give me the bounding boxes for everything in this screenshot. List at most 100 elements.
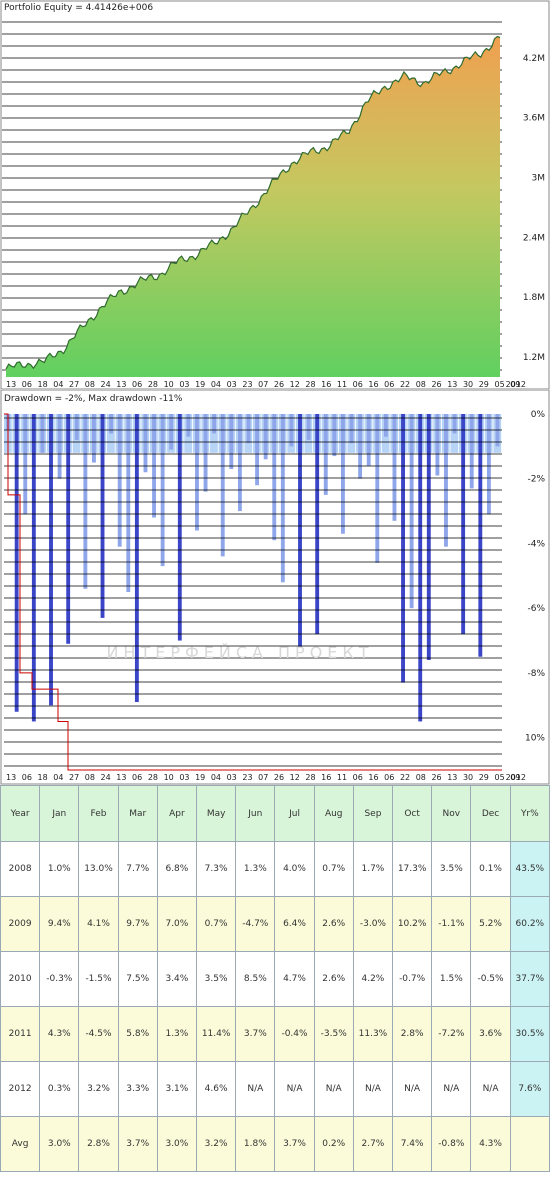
- table-row: 2008 1.0% 13.0% 7.7% 6.8% 7.3% 1.3% 4.0% 0.7% 1.7…: [0, 841, 550, 897]
- monthly-returns-table: Year Jan Feb Mar Apr May Jun Jul Aug Sep Oct Nov Dec…: [0, 785, 550, 1172]
- month-return-cell: 17.3%: [392, 841, 433, 897]
- month-return-cell: 6.4%: [274, 896, 315, 952]
- column-header: Sep: [352, 785, 394, 842]
- x-tick-label: 28: [148, 380, 158, 389]
- row-year-cell: 2012: [0, 1061, 41, 1117]
- month-return-cell: 4.1%: [78, 896, 119, 952]
- x-tick-label: 06: [132, 773, 142, 782]
- month-return-cell: 8.5%: [235, 951, 276, 1007]
- drawdown-bar: [461, 414, 466, 635]
- x-tick-label: 06: [353, 773, 363, 782]
- row-year-cell: 2010: [0, 951, 41, 1007]
- drawdown-title: Drawdown = -2%, Max drawdown -11%: [4, 394, 183, 404]
- month-return-cell: 3.7%: [235, 1006, 276, 1062]
- x-tick-label: 26: [431, 773, 441, 782]
- x-tick-label: 2012: [506, 773, 526, 782]
- y-tick-label: -8%: [527, 669, 545, 679]
- table-row: Avg 3.0% 2.8% 3.7% 3.0% 3.2% 1.8% 3.7% 0.2% 2.7% 7…: [0, 1116, 550, 1172]
- drawdown-bar: [220, 414, 225, 557]
- drawdown-bar: [375, 414, 380, 563]
- x-tick-label: 03: [179, 380, 189, 389]
- month-return-cell: 1.3%: [235, 841, 276, 897]
- month-return-cell: 3.3%: [117, 1061, 158, 1117]
- drawdown-bar: [341, 414, 345, 534]
- month-return-cell: 2.6%: [313, 896, 354, 952]
- drawdown-bar: [452, 414, 457, 434]
- drawdown-bar: [109, 414, 114, 434]
- x-tick-label: 08: [416, 773, 426, 782]
- x-tick-label: 06: [384, 380, 394, 389]
- column-header: Yr%: [509, 785, 550, 842]
- x-tick-label: 07: [258, 380, 268, 389]
- x-tick-label: 04: [53, 380, 63, 389]
- drawdown-bar: [366, 414, 371, 466]
- month-return-cell: 1.7%: [352, 841, 394, 897]
- y-tick-label: 0%: [531, 410, 546, 420]
- month-return-cell: N/A: [470, 1061, 511, 1117]
- month-return-cell: 11.4%: [196, 1006, 237, 1062]
- drawdown-bar: [40, 414, 45, 453]
- x-tick-label: 08: [85, 380, 95, 389]
- watermark: ИНТЕРФЕЙСА ПРОЕКТ: [106, 643, 373, 662]
- x-tick-label: 16: [321, 773, 331, 782]
- month-return-cell: 4.0%: [274, 841, 315, 897]
- x-tick-label: 03: [227, 773, 237, 782]
- month-return-cell: -4.5%: [78, 1006, 119, 1062]
- x-tick-label: 22: [400, 773, 410, 782]
- x-tick-label: 06: [384, 773, 394, 782]
- drawdown-bar: [14, 414, 19, 712]
- month-return-cell: N/A: [313, 1061, 354, 1117]
- drawdown-bar: [255, 414, 260, 486]
- x-tick-label: 11: [337, 380, 347, 389]
- x-tick-label: 08: [85, 773, 95, 782]
- drawdown-bar: [203, 414, 208, 492]
- drawdown-bar: [444, 414, 448, 547]
- month-return-cell: 3.4%: [156, 951, 198, 1007]
- x-tick-label: 06: [22, 380, 32, 389]
- column-header: Jul: [274, 785, 315, 842]
- month-return-cell: 9.4%: [39, 896, 80, 952]
- row-year-cell: 2011: [0, 1006, 41, 1062]
- y-tick-label: -6%: [527, 604, 545, 614]
- month-return-cell: 3.5%: [431, 841, 472, 897]
- x-tick-label: 13: [116, 380, 126, 389]
- month-return-cell: 2.6%: [313, 951, 354, 1007]
- month-return-cell: 7.7%: [117, 841, 158, 897]
- drawdown-bar: [66, 414, 71, 644]
- month-return-cell: -4.7%: [235, 896, 276, 952]
- drawdown-bar: [263, 414, 268, 460]
- x-tick-label: 16: [368, 380, 378, 389]
- month-return-cell: 3.6%: [470, 1006, 511, 1062]
- x-tick-label: 30: [463, 773, 473, 782]
- x-tick-label: 06: [132, 380, 142, 389]
- month-return-cell: -3.5%: [313, 1006, 354, 1062]
- month-return-cell: -3.0%: [352, 896, 394, 952]
- month-return-cell: 3.2%: [196, 1116, 237, 1172]
- year-total-cell: [509, 1116, 550, 1172]
- drawdown-bar: [177, 414, 182, 641]
- x-tick-label: 05: [494, 380, 504, 389]
- drawdown-bar: [486, 414, 491, 515]
- month-return-cell: N/A: [431, 1061, 472, 1117]
- x-tick-label: 04: [53, 773, 63, 782]
- x-tick-label: 10: [164, 773, 174, 782]
- drawdown-bar: [280, 414, 285, 583]
- x-tick-label: 13: [6, 380, 16, 389]
- row-year-cell: 2008: [0, 841, 41, 897]
- x-tick-label: 23: [242, 773, 252, 782]
- month-return-cell: -0.5%: [470, 951, 511, 1007]
- year-total-cell: 43.5%: [509, 841, 550, 897]
- x-tick-label: 29: [479, 773, 489, 782]
- x-tick-label: 13: [6, 773, 16, 782]
- month-return-cell: 2.8%: [78, 1116, 119, 1172]
- y-tick-label: 10%: [525, 734, 545, 744]
- x-tick-label: 26: [274, 773, 284, 782]
- x-tick-label: 04: [211, 380, 221, 389]
- drawdown-bar: [323, 414, 328, 495]
- x-tick-label: 23: [242, 380, 252, 389]
- drawdown-bar: [418, 414, 423, 722]
- x-tick-label: 16: [321, 380, 331, 389]
- y-tick-label: -4%: [527, 539, 545, 549]
- month-return-cell: 11.3%: [352, 1006, 394, 1062]
- drawdown-bar: [186, 414, 191, 437]
